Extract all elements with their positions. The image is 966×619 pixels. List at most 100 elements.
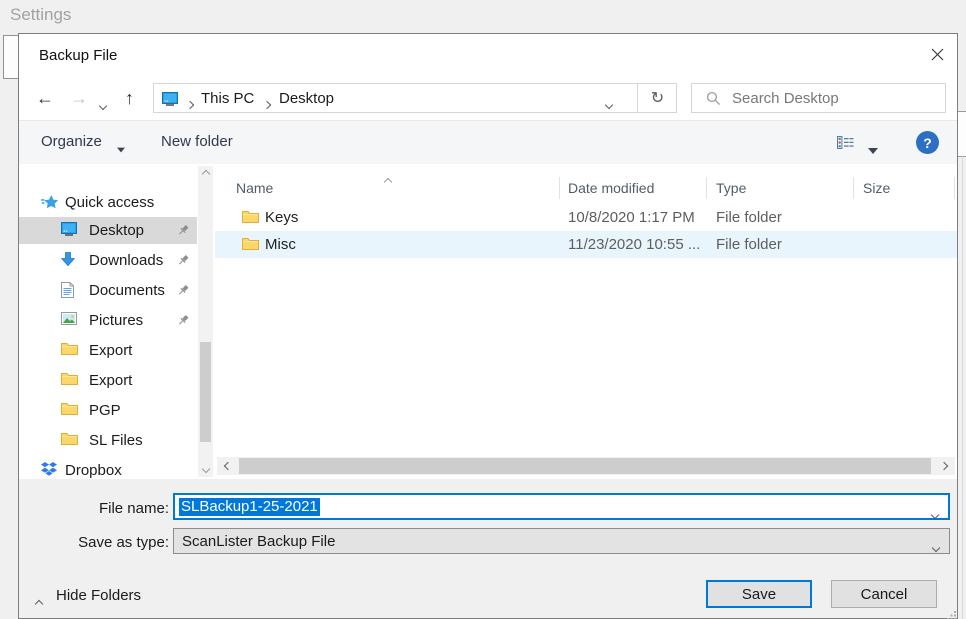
- file-row-keys[interactable]: Keys 10/8/2020 1:17 PM File folder: [215, 204, 957, 231]
- close-button[interactable]: [922, 44, 952, 70]
- scroll-down-icon[interactable]: [198, 461, 213, 477]
- sort-ascending-icon: [385, 172, 391, 190]
- folder-icon: [242, 237, 259, 256]
- background-window-title: Settings: [10, 5, 71, 25]
- sidebar-item-label: PGP: [89, 397, 121, 424]
- browser-area: Quick accessDesktop Downloads Documents Pic…: [19, 164, 957, 479]
- address-bar[interactable]: This PC Desktop ↻: [153, 83, 677, 113]
- this-pc-icon: [162, 92, 178, 111]
- file-name-label: File name:: [21, 500, 169, 517]
- downloads-icon: [61, 252, 75, 272]
- sidebar-item-quick-access[interactable]: Quick access: [19, 189, 197, 216]
- back-button[interactable]: ←: [36, 89, 54, 107]
- refresh-button[interactable]: ↻: [638, 84, 677, 112]
- forward-button[interactable]: →: [70, 89, 88, 107]
- folder-icon: [61, 342, 78, 361]
- save-button[interactable]: Save: [706, 580, 812, 608]
- change-view-button[interactable]: [837, 136, 854, 154]
- file-name-input[interactable]: SLBackup1-25-2021: [173, 493, 950, 520]
- scrollbar-thumb[interactable]: [239, 458, 931, 474]
- sidebar-item-label: Quick access: [65, 189, 154, 216]
- scroll-right-icon[interactable]: [935, 457, 953, 475]
- details-view-icon: [837, 136, 854, 153]
- sidebar-item-pictures[interactable]: Pictures: [19, 307, 197, 334]
- command-toolbar: Organize New folder ?: [19, 120, 957, 164]
- search-icon: [706, 91, 721, 111]
- scrollbar-thumb[interactable]: [200, 342, 211, 442]
- sidebar-item-dropbox[interactable]: Dropbox: [19, 457, 197, 479]
- save-panel: File name: SLBackup1-25-2021 Save as typ…: [19, 479, 957, 618]
- column-header-type[interactable]: Type: [716, 180, 746, 196]
- pictures-icon: [61, 312, 77, 330]
- sidebar-item-pgp[interactable]: PGP: [19, 397, 197, 424]
- help-button[interactable]: ?: [916, 131, 939, 154]
- folder-icon: [61, 372, 78, 391]
- file-name: Keys: [265, 204, 298, 231]
- save-as-type-select[interactable]: ScanLister Backup File: [173, 528, 950, 554]
- save-as-type-value: ScanLister Backup File: [182, 533, 335, 550]
- chevron-down-icon[interactable]: [933, 538, 939, 556]
- folder-icon: [242, 210, 259, 229]
- column-header-name[interactable]: Name: [236, 180, 273, 196]
- breadcrumb-this-pc[interactable]: This PC: [201, 90, 254, 107]
- search-box[interactable]: Search Desktop: [691, 83, 946, 113]
- sidebar-item-desktop[interactable]: Desktop: [19, 217, 197, 244]
- sidebar-item-downloads[interactable]: Downloads: [19, 247, 197, 274]
- sidebar-item-label: SL Files: [89, 427, 143, 454]
- documents-icon: [61, 282, 74, 303]
- navigation-bar: ← → ↑ This PC Desktop ↻ Search D: [19, 76, 957, 120]
- column-separator: [706, 177, 707, 199]
- backup-file-dialog: Backup File ← → ↑ This PC Desktop: [18, 33, 958, 619]
- chevron-up-icon: [36, 594, 42, 612]
- file-name: Misc: [265, 231, 296, 258]
- sidebar-scrollbar[interactable]: [198, 166, 213, 477]
- sidebar-item-export[interactable]: Export: [19, 337, 197, 364]
- scroll-left-icon[interactable]: [219, 457, 237, 475]
- column-header-row: Name Date modified Type Size: [215, 169, 957, 197]
- breadcrumb-desktop[interactable]: Desktop: [279, 90, 334, 107]
- cancel-button[interactable]: Cancel: [831, 580, 937, 608]
- address-dropdown-button[interactable]: [606, 95, 612, 113]
- hide-folders-button[interactable]: Hide Folders: [56, 587, 141, 604]
- organize-button[interactable]: Organize: [41, 133, 102, 150]
- resize-grip[interactable]: [947, 607, 956, 619]
- file-date-modified: 11/23/2020 10:55 ...: [568, 231, 700, 258]
- folder-icon: [61, 402, 78, 421]
- organize-caret-icon: [116, 140, 126, 158]
- pin-icon[interactable]: [177, 254, 190, 272]
- sidebar-item-label: Downloads: [89, 247, 163, 274]
- sidebar-item-label: Export: [89, 337, 132, 364]
- dialog-title: Backup File: [39, 47, 117, 64]
- file-row-misc[interactable]: Misc 11/23/2020 10:55 ... File folder: [215, 231, 957, 258]
- folder-icon: [61, 432, 78, 451]
- sidebar-item-label: Documents: [89, 277, 165, 304]
- sidebar-item-export[interactable]: Export: [19, 367, 197, 394]
- scroll-up-icon[interactable]: [198, 166, 213, 182]
- column-header-date-modified[interactable]: Date modified: [568, 180, 654, 196]
- up-button[interactable]: ↑: [125, 89, 134, 107]
- background-window-edge-line: [962, 156, 963, 619]
- file-date-modified: 10/8/2020 1:17 PM: [568, 204, 695, 231]
- desktop-icon: [61, 222, 77, 241]
- breadcrumb-separator-icon: [264, 95, 270, 113]
- view-caret-icon[interactable]: [868, 141, 878, 159]
- column-header-size[interactable]: Size: [863, 180, 890, 196]
- sidebar-item-sl-files[interactable]: SL Files: [19, 427, 197, 454]
- file-type: File folder: [716, 204, 782, 231]
- new-folder-button[interactable]: New folder: [161, 133, 233, 150]
- file-name-value: SLBackup1-25-2021: [179, 498, 320, 516]
- search-placeholder: Search Desktop: [732, 90, 839, 107]
- breadcrumb-separator-icon: [187, 95, 193, 113]
- pin-icon[interactable]: [177, 224, 190, 242]
- chevron-down-icon[interactable]: [932, 505, 938, 523]
- history-dropdown-button[interactable]: [100, 96, 106, 114]
- horizontal-scrollbar[interactable]: [217, 457, 955, 475]
- column-separator: [559, 177, 560, 199]
- sidebar-item-documents[interactable]: Documents: [19, 277, 197, 304]
- close-icon: [931, 48, 944, 66]
- sidebar-item-label: Desktop: [89, 217, 144, 244]
- pin-icon[interactable]: [177, 284, 190, 302]
- file-type: File folder: [716, 231, 782, 258]
- pin-icon[interactable]: [177, 314, 190, 332]
- navigation-pane: Quick accessDesktop Downloads Documents Pic…: [19, 164, 215, 479]
